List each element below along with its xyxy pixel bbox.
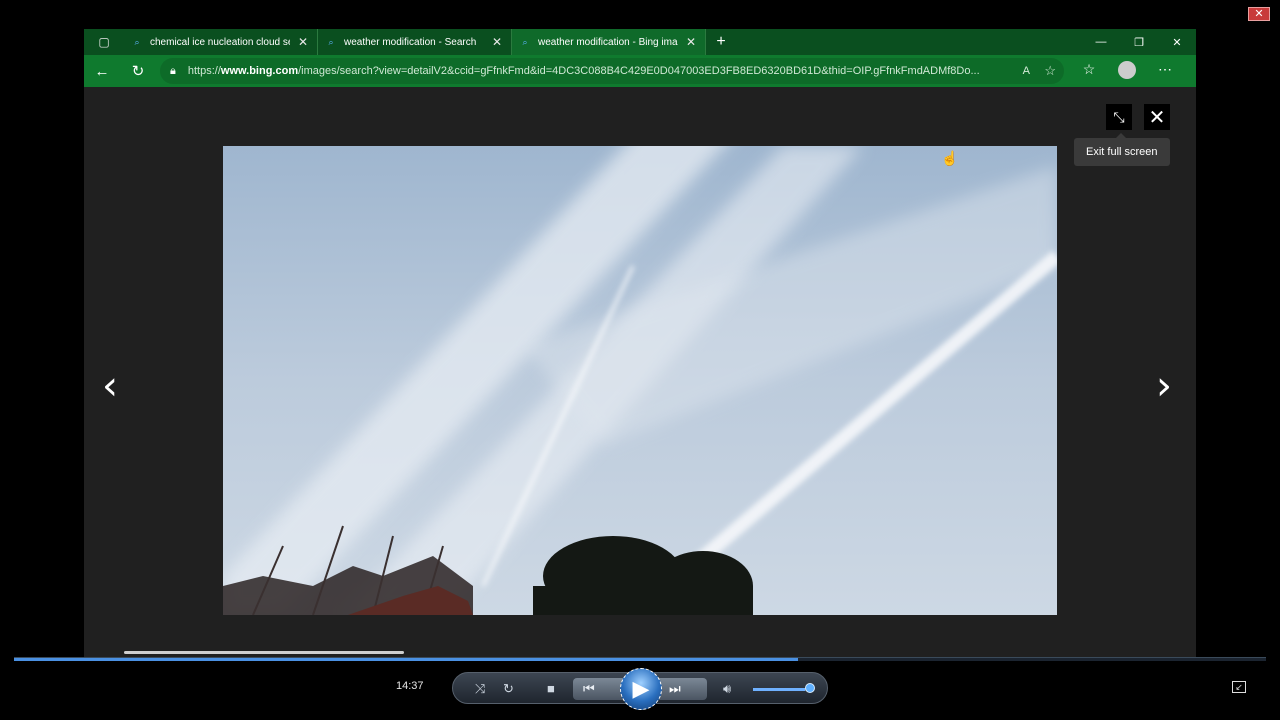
play-button[interactable]: ▶ (620, 668, 662, 710)
search-favicon-icon: ⌕ (522, 36, 528, 47)
new-tab-button[interactable]: + (706, 33, 736, 51)
search-favicon-icon: ⌕ (328, 36, 334, 47)
minimize-icon[interactable]: — (1082, 29, 1120, 55)
exit-fullscreen-tooltip: Exit full screen (1074, 133, 1170, 166)
outer-close-button[interactable]: ✕ (1248, 7, 1270, 21)
collapse-icon[interactable]: ⤡ (1106, 104, 1132, 130)
read-aloud-icon[interactable]: A (1023, 65, 1030, 77)
repeat-icon[interactable]: ↻ (503, 681, 514, 697)
elapsed-time: 14:37 (396, 680, 424, 692)
screen: ✕ ▢ ⌕ chemical ice nucleation cloud se ✕… (0, 0, 1280, 720)
add-favorite-icon[interactable]: ☆ (1044, 63, 1056, 79)
close-icon[interactable]: ✕ (1144, 104, 1170, 130)
tab-title: weather modification - Bing ima (538, 36, 678, 48)
volume-slider[interactable] (753, 688, 811, 691)
image-viewer: ⤡ ✕ Exit full screen ‹ › ☝ (84, 87, 1196, 657)
tab-bar: ▢ ⌕ chemical ice nucleation cloud se ✕ ⌕… (84, 29, 1196, 55)
browser-toolbar: ← ↻ 🔒︎ https://www.bing.com/images/searc… (84, 55, 1196, 87)
tab-weather-search[interactable]: ⌕ weather modification - Search ✕ (318, 29, 512, 55)
refresh-icon[interactable]: ↻ (120, 55, 156, 87)
window-controls: — ❐ ✕ (1082, 29, 1196, 55)
tab-chemical-ice[interactable]: ⌕ chemical ice nucleation cloud se ✕ (124, 29, 318, 55)
player-controls: ⤨ ↻ ■ ⏮ ⏭ ▶ 🔊︎ (452, 668, 828, 710)
hand-cursor-icon: ☝ (941, 150, 959, 166)
sky-image (223, 146, 1057, 615)
address-bar[interactable]: 🔒︎ https://www.bing.com/images/search?vi… (160, 58, 1064, 84)
tab-actions-icon[interactable]: ▢ (84, 29, 124, 55)
tab-title: chemical ice nucleation cloud se (150, 36, 290, 48)
window-close-icon[interactable]: ✕ (1158, 29, 1196, 55)
horizontal-scrollbar[interactable] (124, 651, 404, 654)
next-image-chevron-icon[interactable]: › (1156, 363, 1172, 409)
tab-close-icon[interactable]: ✕ (686, 35, 696, 49)
shuffle-icon[interactable]: ⤨ (475, 681, 485, 697)
profile-avatar[interactable] (1108, 60, 1146, 82)
more-menu-icon[interactable]: ⋯ (1146, 61, 1184, 82)
previous-icon[interactable]: ⏮ (583, 681, 595, 697)
seek-progress-bar[interactable] (14, 657, 1266, 661)
stop-icon[interactable]: ■ (547, 681, 555, 697)
tab-close-icon[interactable]: ✕ (492, 35, 502, 49)
tab-title: weather modification - Search (344, 36, 477, 48)
favorites-icon[interactable]: ☆ (1070, 61, 1108, 82)
tab-close-icon[interactable]: ✕ (298, 35, 308, 49)
back-arrow-icon[interactable]: ← (84, 55, 120, 87)
search-favicon-icon: ⌕ (134, 36, 140, 47)
contrails-sky-photo[interactable] (223, 146, 1057, 615)
volume-icon[interactable]: 🔊︎ (723, 681, 731, 697)
lock-icon: 🔒︎ (170, 64, 176, 77)
tab-weather-images[interactable]: ⌕ weather modification - Bing ima ✕ (512, 29, 706, 55)
volume-knob[interactable] (805, 683, 815, 693)
seek-progress-fill (14, 658, 798, 661)
volume-fill (753, 688, 805, 691)
url-text: https://www.bing.com/images/search?view=… (187, 65, 980, 77)
next-icon[interactable]: ⏭ (669, 681, 681, 697)
restore-icon[interactable]: ❐ (1120, 29, 1158, 55)
browser-window: ▢ ⌕ chemical ice nucleation cloud se ✕ ⌕… (84, 29, 1196, 657)
switch-to-library-icon[interactable]: ↙ (1232, 681, 1246, 693)
previous-image-chevron-icon[interactable]: ‹ (102, 363, 118, 409)
